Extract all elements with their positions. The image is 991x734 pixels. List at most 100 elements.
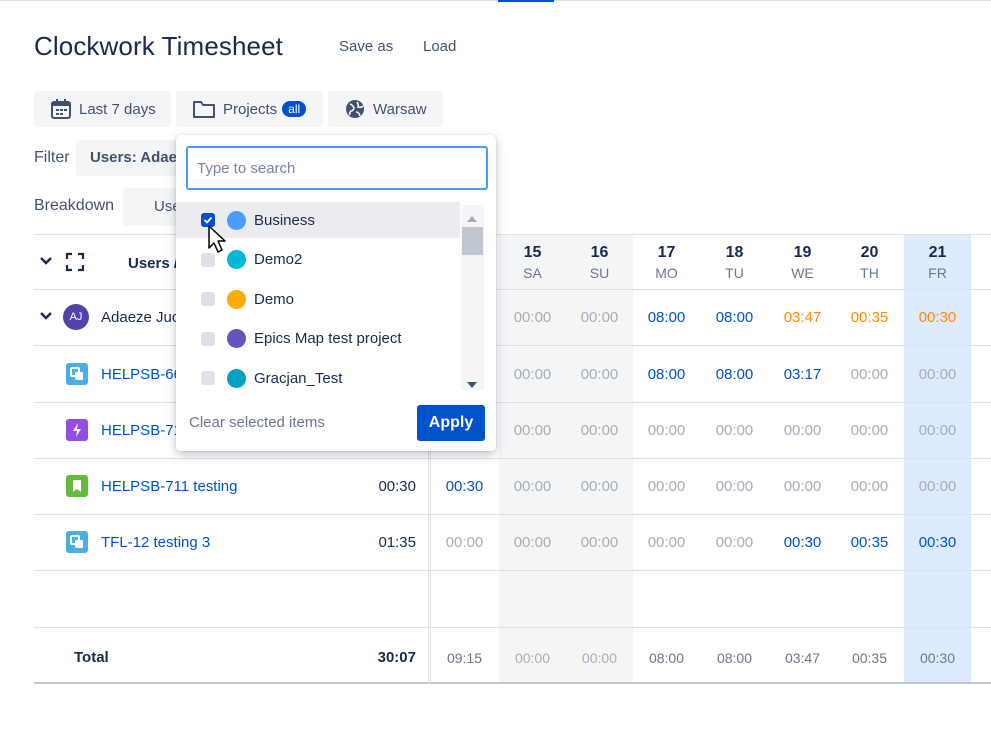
mouse-cursor-icon bbox=[207, 224, 229, 259]
table-bottom-line bbox=[34, 682, 991, 684]
project-avatar-icon bbox=[227, 250, 246, 269]
first-day-cell[interactable]: 00:30 bbox=[431, 478, 498, 495]
day-cell[interactable]: 00:35 bbox=[836, 534, 903, 551]
day-cell[interactable]: 08:00 bbox=[701, 366, 768, 383]
day-cell[interactable]: 00:00 bbox=[499, 366, 566, 383]
timezone-label: Warsaw bbox=[373, 100, 427, 118]
day-header-17: 17 MO bbox=[655, 244, 678, 281]
project-avatar-icon bbox=[227, 368, 246, 388]
breakdown-label: Breakdown bbox=[34, 197, 115, 214]
project-option[interactable]: Demo bbox=[176, 281, 460, 317]
day-cell[interactable]: 00:00 bbox=[566, 309, 633, 326]
project-checkbox[interactable] bbox=[201, 292, 215, 306]
day-cell[interactable]: 00:00 bbox=[904, 478, 971, 495]
project-option[interactable]: Gracjan_Test bbox=[176, 360, 460, 396]
day-cell[interactable]: 03:17 bbox=[769, 366, 836, 383]
save-as-button[interactable]: Save as bbox=[339, 38, 393, 55]
day-cell[interactable]: 00:35 bbox=[836, 309, 903, 326]
clear-selected-button[interactable]: Clear selected items bbox=[189, 414, 325, 431]
project-avatar-icon bbox=[227, 210, 246, 230]
day-cell[interactable]: 00:00 bbox=[633, 422, 700, 439]
load-button[interactable]: Load bbox=[423, 38, 456, 55]
project-avatar-icon bbox=[227, 329, 246, 348]
total-day-cell: 00:30 bbox=[919, 650, 956, 666]
issue-link[interactable]: HELPSB-66 bbox=[101, 366, 182, 383]
day-cell[interactable]: 00:00 bbox=[566, 366, 633, 383]
day-cell[interactable]: 00:00 bbox=[566, 478, 633, 495]
day-cell[interactable]: 00:00 bbox=[904, 366, 971, 383]
project-search-input[interactable] bbox=[186, 146, 488, 190]
day-cell[interactable]: 00:00 bbox=[633, 534, 700, 551]
collapse-all-icon[interactable] bbox=[38, 253, 54, 274]
row-divider bbox=[34, 458, 991, 459]
apply-button[interactable]: Apply bbox=[417, 405, 485, 441]
projects-badge: all bbox=[282, 101, 307, 117]
day-cell[interactable]: 00:00 bbox=[701, 534, 768, 551]
day-cell[interactable]: 00:30 bbox=[904, 309, 971, 326]
day-cell[interactable]: 00:00 bbox=[769, 478, 836, 495]
story-icon bbox=[66, 475, 88, 497]
day-cell[interactable]: 00:30 bbox=[904, 534, 971, 551]
name-column-header[interactable]: Users / bbox=[128, 255, 178, 272]
day-header-21: 21 FR bbox=[928, 244, 947, 281]
day-header-19: 19 WE bbox=[791, 244, 814, 281]
projects-button[interactable]: Projects all bbox=[176, 91, 323, 127]
project-option-label: Business bbox=[254, 211, 315, 229]
filter-label: Filter bbox=[34, 149, 70, 166]
day-cell[interactable]: 03:47 bbox=[769, 309, 836, 326]
fullscreen-icon[interactable] bbox=[65, 252, 85, 277]
timezone-button[interactable]: Warsaw bbox=[328, 91, 443, 127]
day-cell[interactable]: 00:00 bbox=[499, 309, 566, 326]
grand-total: 30:07 bbox=[377, 649, 416, 666]
day-cell[interactable]: 00:00 bbox=[701, 422, 768, 439]
issue-link[interactable]: TFL-12 testing 3 bbox=[101, 534, 210, 551]
day-cell[interactable]: 08:00 bbox=[633, 309, 700, 326]
project-option-label: Demo2 bbox=[254, 251, 303, 268]
total-day-cell: 00:00 bbox=[514, 650, 551, 666]
day-cell[interactable]: 00:30 bbox=[769, 534, 836, 551]
collapse-user-icon[interactable] bbox=[38, 308, 54, 329]
row-divider bbox=[34, 570, 991, 571]
day-cell[interactable]: 00:00 bbox=[499, 422, 566, 439]
day-cell[interactable]: 00:00 bbox=[499, 534, 566, 551]
filter-users-chip[interactable]: Users: Adaeze bbox=[76, 140, 186, 176]
day-cell[interactable]: 08:00 bbox=[633, 366, 700, 383]
scroll-down-icon[interactable] bbox=[466, 376, 478, 394]
day-cell[interactable]: 00:00 bbox=[769, 422, 836, 439]
day-cell[interactable]: 00:00 bbox=[836, 478, 903, 495]
subtask-icon bbox=[66, 363, 88, 385]
issue-link[interactable]: HELPSB-71 bbox=[101, 422, 182, 439]
project-option-label: Gracjan_Test bbox=[254, 369, 343, 387]
total-day-cell: 03:47 bbox=[784, 650, 821, 666]
row-divider bbox=[34, 627, 991, 628]
day-cell[interactable]: 00:00 bbox=[836, 366, 903, 383]
day-cell[interactable]: 00:00 bbox=[499, 478, 566, 495]
day-header-16: 16 SU bbox=[589, 244, 610, 281]
issue-link[interactable]: HELPSB-711 testing bbox=[101, 478, 237, 495]
total-day-cell: 00:00 bbox=[581, 650, 618, 666]
row-divider bbox=[34, 514, 991, 515]
user-row-name[interactable]: Adaeze Juc bbox=[101, 309, 179, 326]
row-total: 00:30 bbox=[378, 478, 416, 495]
total-label: Total bbox=[74, 649, 109, 666]
day-cell[interactable]: 00:00 bbox=[701, 478, 768, 495]
epic-icon bbox=[66, 419, 88, 441]
day-cell[interactable]: 00:00 bbox=[633, 478, 700, 495]
subtask-icon bbox=[66, 531, 88, 553]
row-total: 01:35 bbox=[378, 534, 416, 551]
day-cell[interactable]: 00:00 bbox=[566, 422, 633, 439]
first-day-cell[interactable]: 00:00 bbox=[431, 534, 498, 551]
date-range-button[interactable]: Last 7 days bbox=[34, 91, 171, 127]
project-checkbox[interactable] bbox=[201, 371, 215, 385]
day-cell[interactable]: 08:00 bbox=[701, 309, 768, 326]
project-checkbox[interactable] bbox=[201, 331, 215, 346]
date-range-label: Last 7 days bbox=[79, 100, 156, 118]
scrollbar-thumb[interactable] bbox=[462, 227, 483, 255]
day-cell[interactable]: 00:00 bbox=[904, 422, 971, 439]
scroll-up-icon[interactable] bbox=[466, 210, 478, 228]
day-cell[interactable]: 00:00 bbox=[566, 534, 633, 551]
day-cell[interactable]: 00:00 bbox=[836, 422, 903, 439]
top-tab-indicator bbox=[498, 0, 554, 2]
globe-icon bbox=[344, 98, 366, 120]
project-option[interactable]: Epics Map test project bbox=[176, 321, 460, 357]
